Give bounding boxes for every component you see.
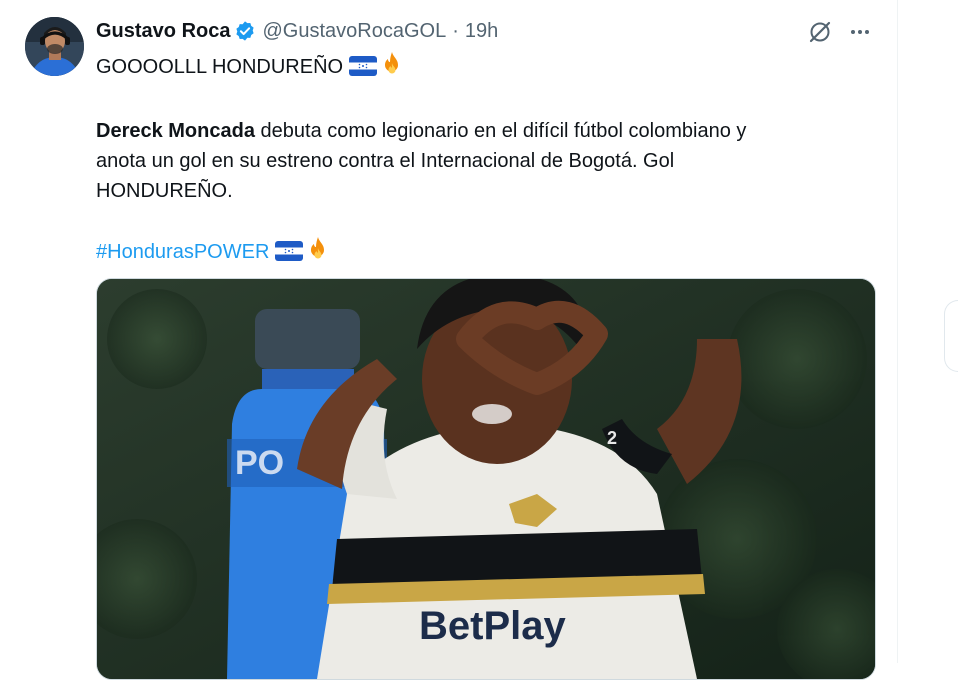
verified-badge-icon	[234, 20, 256, 42]
right-rail-divider	[897, 0, 898, 663]
jersey-number: 2	[607, 428, 617, 448]
avatar[interactable]	[25, 17, 84, 76]
goal-text: GOOOOLLL HONDUREÑO	[96, 56, 344, 78]
player-name: Dereck Moncada	[96, 120, 255, 142]
text-line-3: anota un gol en su estreno contra el Int…	[96, 150, 675, 172]
text-line-1: GOOOOLLL HONDUREÑO	[96, 51, 876, 86]
text-line-blank	[96, 86, 876, 116]
honduras-flag-icon	[349, 55, 378, 85]
hashtag-link[interactable]: #HondurasPOWER	[96, 241, 269, 263]
avatar-image	[25, 17, 84, 76]
text-line-2-rest: debuta como legionario en el difícil fút…	[254, 120, 747, 142]
tweet-media-photo[interactable]: PO 2 BetPlay	[96, 278, 876, 680]
text-line-blank-2	[96, 206, 876, 236]
author-handle[interactable]: @GustavoRocaGOL	[262, 20, 446, 43]
fire-icon	[379, 51, 405, 86]
fire-icon	[305, 236, 331, 271]
text-line-5: #HondurasPOWER	[96, 236, 876, 271]
tweet-text: GOOOOLLL HONDUREÑO Dereck Moncada debuta…	[96, 51, 876, 271]
separator-dot: ·	[452, 19, 459, 42]
more-dots-icon[interactable]	[846, 18, 874, 46]
author-name[interactable]: Gustavo Roca	[96, 20, 230, 43]
sidebar-edge	[944, 300, 958, 372]
bottle-label: PO	[235, 444, 284, 482]
photo-player-celebration: PO 2 BetPlay	[97, 279, 875, 679]
text-line-2: Dereck Moncada debuta como legionario en…	[96, 116, 876, 146]
honduras-flag-icon	[275, 240, 304, 270]
sponsor-text: BetPlay	[419, 604, 566, 648]
tweet-header: Gustavo Roca @GustavoRocaGOL · 19h	[96, 17, 498, 45]
grok-icon[interactable]	[806, 18, 834, 46]
text-line-4: HONDUREÑO.	[96, 180, 233, 202]
timestamp[interactable]: 19h	[465, 20, 498, 43]
